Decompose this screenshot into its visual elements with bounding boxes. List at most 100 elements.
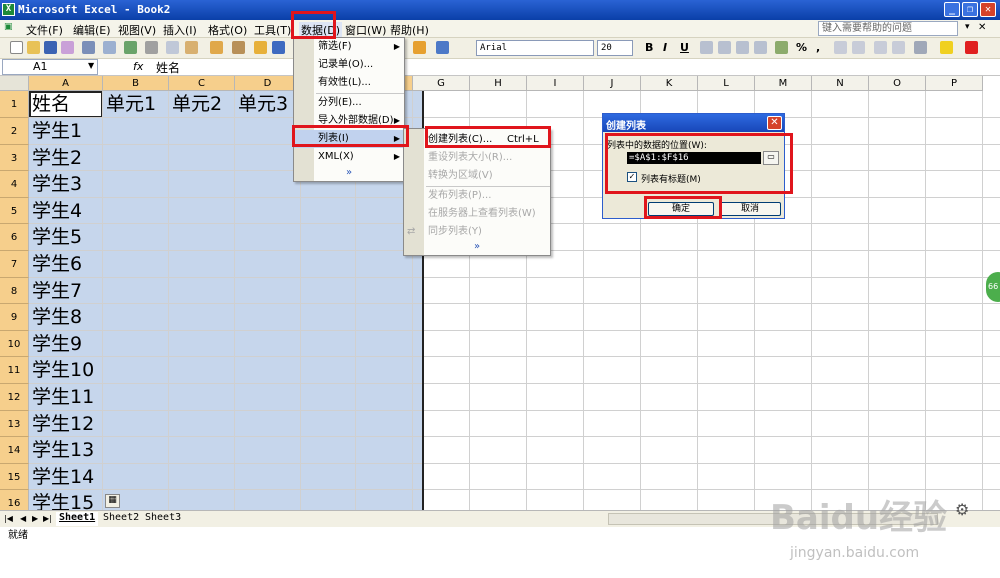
row-header[interactable]: 2 <box>0 118 29 145</box>
menu-sync-list[interactable]: 同步列表(Y) <box>404 223 550 241</box>
open-icon[interactable] <box>27 41 40 54</box>
expand-submenu-icon[interactable]: » <box>474 241 480 252</box>
cell-student[interactable]: 学生10 <box>32 358 94 382</box>
minimize-button[interactable]: _ <box>944 2 960 17</box>
cell-student[interactable]: 学生11 <box>32 385 94 409</box>
column-header[interactable]: A <box>29 76 103 91</box>
cell-student[interactable]: 学生13 <box>32 438 94 462</box>
next-sheet-icon[interactable]: ▶ <box>32 514 38 523</box>
insert-function-button[interactable]: fx <box>133 60 143 73</box>
align-left-icon[interactable] <box>700 41 713 54</box>
paste-options-icon[interactable]: ▦ <box>105 494 120 508</box>
cell-student[interactable]: 学生14 <box>32 465 94 489</box>
row-header[interactable]: 16 <box>0 490 29 510</box>
row-header[interactable]: 5 <box>0 197 29 225</box>
spelling-icon[interactable] <box>124 41 137 54</box>
copy-icon[interactable] <box>166 41 179 54</box>
row-header[interactable]: 15 <box>0 463 29 491</box>
column-header[interactable]: D <box>235 76 301 91</box>
align-right-icon[interactable] <box>736 41 749 54</box>
column-header[interactable]: H <box>470 76 527 91</box>
row-header[interactable]: 6 <box>0 224 29 251</box>
column-header[interactable]: I <box>527 76 584 91</box>
column-header[interactable]: O <box>869 76 926 91</box>
menu-form[interactable]: 记录单(O)... <box>294 56 404 74</box>
select-all-corner[interactable] <box>0 76 29 91</box>
menu-view[interactable]: 视图(V) <box>118 22 156 38</box>
cancel-button[interactable]: 取消 <box>719 202 781 216</box>
close-button[interactable]: ✕ <box>980 2 996 17</box>
cell-student[interactable]: 学生6 <box>32 252 82 276</box>
decrease-decimal-icon[interactable] <box>852 41 865 54</box>
row-header[interactable]: 3 <box>0 144 29 172</box>
permission-icon[interactable] <box>61 41 74 54</box>
column-header[interactable]: G <box>413 76 470 91</box>
menu-convert-to-range[interactable]: 转换为区域(V) <box>404 167 550 185</box>
paste-icon[interactable] <box>185 41 198 54</box>
column-header[interactable]: K <box>641 76 698 91</box>
cell-student[interactable]: 学生5 <box>32 225 82 249</box>
name-box-dropdown-icon[interactable]: ▼ <box>88 61 94 70</box>
name-box[interactable]: A1 <box>2 59 98 75</box>
menu-insert[interactable]: 插入(I) <box>163 22 197 38</box>
expand-menu-icon[interactable]: » <box>346 167 352 178</box>
decrease-indent-icon[interactable] <box>874 41 887 54</box>
row-header[interactable]: 11 <box>0 357 29 384</box>
menu-validation[interactable]: 有效性(L)... <box>294 74 404 92</box>
column-header[interactable]: B <box>103 76 169 91</box>
cell-header[interactable]: 姓名 <box>32 92 70 116</box>
cell-student[interactable]: 学生1 <box>32 119 82 143</box>
cell-student[interactable]: 学生7 <box>32 279 82 303</box>
brush-icon[interactable] <box>254 41 267 54</box>
sheet-tab-1[interactable]: Sheet1 <box>56 512 99 526</box>
menu-file[interactable]: 文件(F) <box>26 22 63 38</box>
underline-button[interactable]: U <box>680 41 689 54</box>
row-header[interactable]: 12 <box>0 384 29 411</box>
paste-special-icon[interactable] <box>232 41 245 54</box>
font-color-icon[interactable] <box>965 41 978 54</box>
menu-help[interactable]: 帮助(H) <box>390 22 429 38</box>
print-preview-icon[interactable] <box>103 41 116 54</box>
bold-button[interactable]: B <box>645 41 653 54</box>
help-dropdown-icon[interactable]: ▾ <box>965 22 970 32</box>
font-size-select[interactable]: 20 <box>597 40 633 56</box>
menu-tools[interactable]: 工具(T) <box>254 22 291 38</box>
row-header[interactable]: 1 <box>0 91 29 118</box>
menu-format[interactable]: 格式(O) <box>208 22 247 38</box>
format-painter-icon[interactable] <box>210 41 223 54</box>
menu-publish-list[interactable]: 发布列表(P)... <box>404 187 550 205</box>
first-sheet-icon[interactable]: |◀ <box>4 514 13 523</box>
row-header[interactable]: 4 <box>0 171 29 198</box>
last-sheet-icon[interactable]: ▶| <box>43 514 52 523</box>
cell-student[interactable]: 学生12 <box>32 412 94 436</box>
comma-button[interactable]: , <box>816 41 820 54</box>
chart-icon[interactable] <box>413 41 426 54</box>
column-header[interactable]: J <box>584 76 641 91</box>
side-badge[interactable]: 66 <box>986 272 1000 302</box>
menu-window[interactable]: 窗口(W) <box>345 22 386 38</box>
fill-color-icon[interactable] <box>940 41 953 54</box>
undo-icon[interactable] <box>272 41 285 54</box>
increase-indent-icon[interactable] <box>892 41 905 54</box>
cut-icon[interactable] <box>145 41 158 54</box>
restore-button[interactable]: ❐ <box>962 2 978 17</box>
column-header[interactable]: N <box>812 76 869 91</box>
row-header[interactable]: 13 <box>0 410 29 438</box>
increase-decimal-icon[interactable] <box>834 41 847 54</box>
menu-text-to-columns[interactable]: 分列(E)... <box>294 94 404 112</box>
cell-student[interactable]: 学生2 <box>32 146 82 170</box>
cell-student[interactable]: 学生4 <box>32 199 82 223</box>
row-header[interactable]: 14 <box>0 437 29 464</box>
borders-icon[interactable] <box>914 41 927 54</box>
cell-header[interactable]: 单元1 <box>106 92 156 116</box>
print-icon[interactable] <box>82 41 95 54</box>
dialog-close-button[interactable]: ✕ <box>767 116 782 130</box>
cell-student[interactable]: 学生15 <box>32 491 94 510</box>
row-header[interactable]: 8 <box>0 277 29 305</box>
italic-button[interactable]: I <box>663 41 667 54</box>
column-header[interactable]: L <box>698 76 755 91</box>
new-icon[interactable] <box>10 41 23 54</box>
prev-sheet-icon[interactable]: ◀ <box>20 514 26 523</box>
save-icon[interactable] <box>44 41 57 54</box>
menu-resize-list[interactable]: 重设列表大小(R)... <box>404 149 550 167</box>
